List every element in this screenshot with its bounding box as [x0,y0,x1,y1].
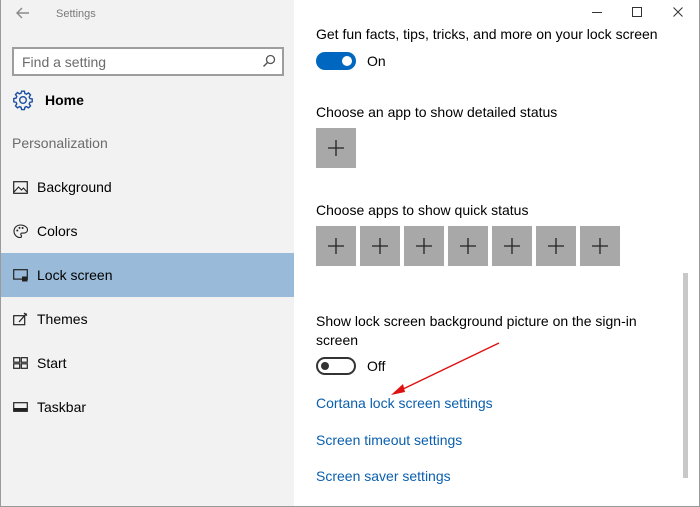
quick-status-label: Choose apps to show quick status [316,202,529,218]
lock-screen-settings-pane: Get fun facts, tips, tricks, and more on… [294,0,691,506]
back-arrow-icon[interactable] [12,5,34,25]
scrollbar[interactable] [681,0,691,506]
settings-window: Settings Home Personalization [0,0,700,507]
toggle-knob [321,362,329,370]
start-icon [13,356,28,371]
signin-background-state: Off [367,358,386,374]
screen-timeout-settings-link[interactable]: Screen timeout settings [316,432,462,448]
sidebar-item-label: Background [37,179,112,195]
section-heading-personalization: Personalization [12,135,108,151]
signin-background-toggle[interactable] [316,357,356,375]
home-nav-item[interactable]: Home [12,88,282,112]
detailed-status-label: Choose an app to show detailed status [316,104,558,120]
screen-saver-settings-link[interactable]: Screen saver settings [316,468,451,484]
window-title: Settings [56,8,96,20]
home-label: Home [45,92,84,108]
quick-status-add-button-4[interactable] [448,226,488,266]
signin-background-label-line1: Show lock screen background picture on t… [316,313,637,329]
plus-icon [328,140,344,156]
plus-icon [548,238,564,254]
quick-status-add-button-1[interactable] [316,226,356,266]
fun-facts-state: On [367,53,386,69]
detailed-status-add-button[interactable] [316,128,356,168]
sidebar-item-label: Taskbar [37,399,87,415]
cortana-lock-screen-settings-link[interactable]: Cortana lock screen settings [316,395,493,411]
background-icon [13,180,28,195]
scrollbar-thumb[interactable] [683,273,688,478]
sidebar-item-label: Lock screen [37,267,113,283]
toggle-knob [342,56,352,66]
sidebar-item-start[interactable]: Start [1,341,294,385]
plus-icon [504,238,520,254]
quick-status-add-button-6[interactable] [536,226,576,266]
sidebar-item-colors[interactable]: Colors [1,209,294,253]
quick-status-add-button-7[interactable] [580,226,620,266]
fun-facts-label: Get fun facts, tips, tricks, and more on… [316,26,658,42]
search-input[interactable] [14,49,262,74]
gear-icon [12,89,34,111]
sidebar-item-lock-screen[interactable]: Lock screen [1,253,294,297]
plus-icon [372,238,388,254]
themes-icon [13,312,28,327]
title-bar: Settings [1,0,294,30]
sidebar-item-background[interactable]: Background [1,165,294,209]
sidebar-item-label: Themes [37,311,88,327]
plus-icon [416,238,432,254]
quick-status-add-button-5[interactable] [492,226,532,266]
lock-screen-icon [13,268,28,283]
search-box[interactable] [12,47,284,76]
quick-status-add-button-2[interactable] [360,226,400,266]
fun-facts-toggle[interactable] [316,52,356,70]
plus-icon [328,238,344,254]
taskbar-icon [13,400,28,415]
sidebar-item-label: Colors [37,223,78,239]
plus-icon [592,238,608,254]
search-icon[interactable] [262,54,276,68]
palette-icon [13,223,28,239]
plus-icon [460,238,476,254]
signin-background-label-line2: screen [316,332,359,348]
quick-status-add-button-3[interactable] [404,226,444,266]
sidebar-item-taskbar[interactable]: Taskbar [1,385,294,429]
sidebar-item-themes[interactable]: Themes [1,297,294,341]
sidebar: Settings Home Personalization [1,0,294,506]
sidebar-item-label: Start [37,355,67,371]
